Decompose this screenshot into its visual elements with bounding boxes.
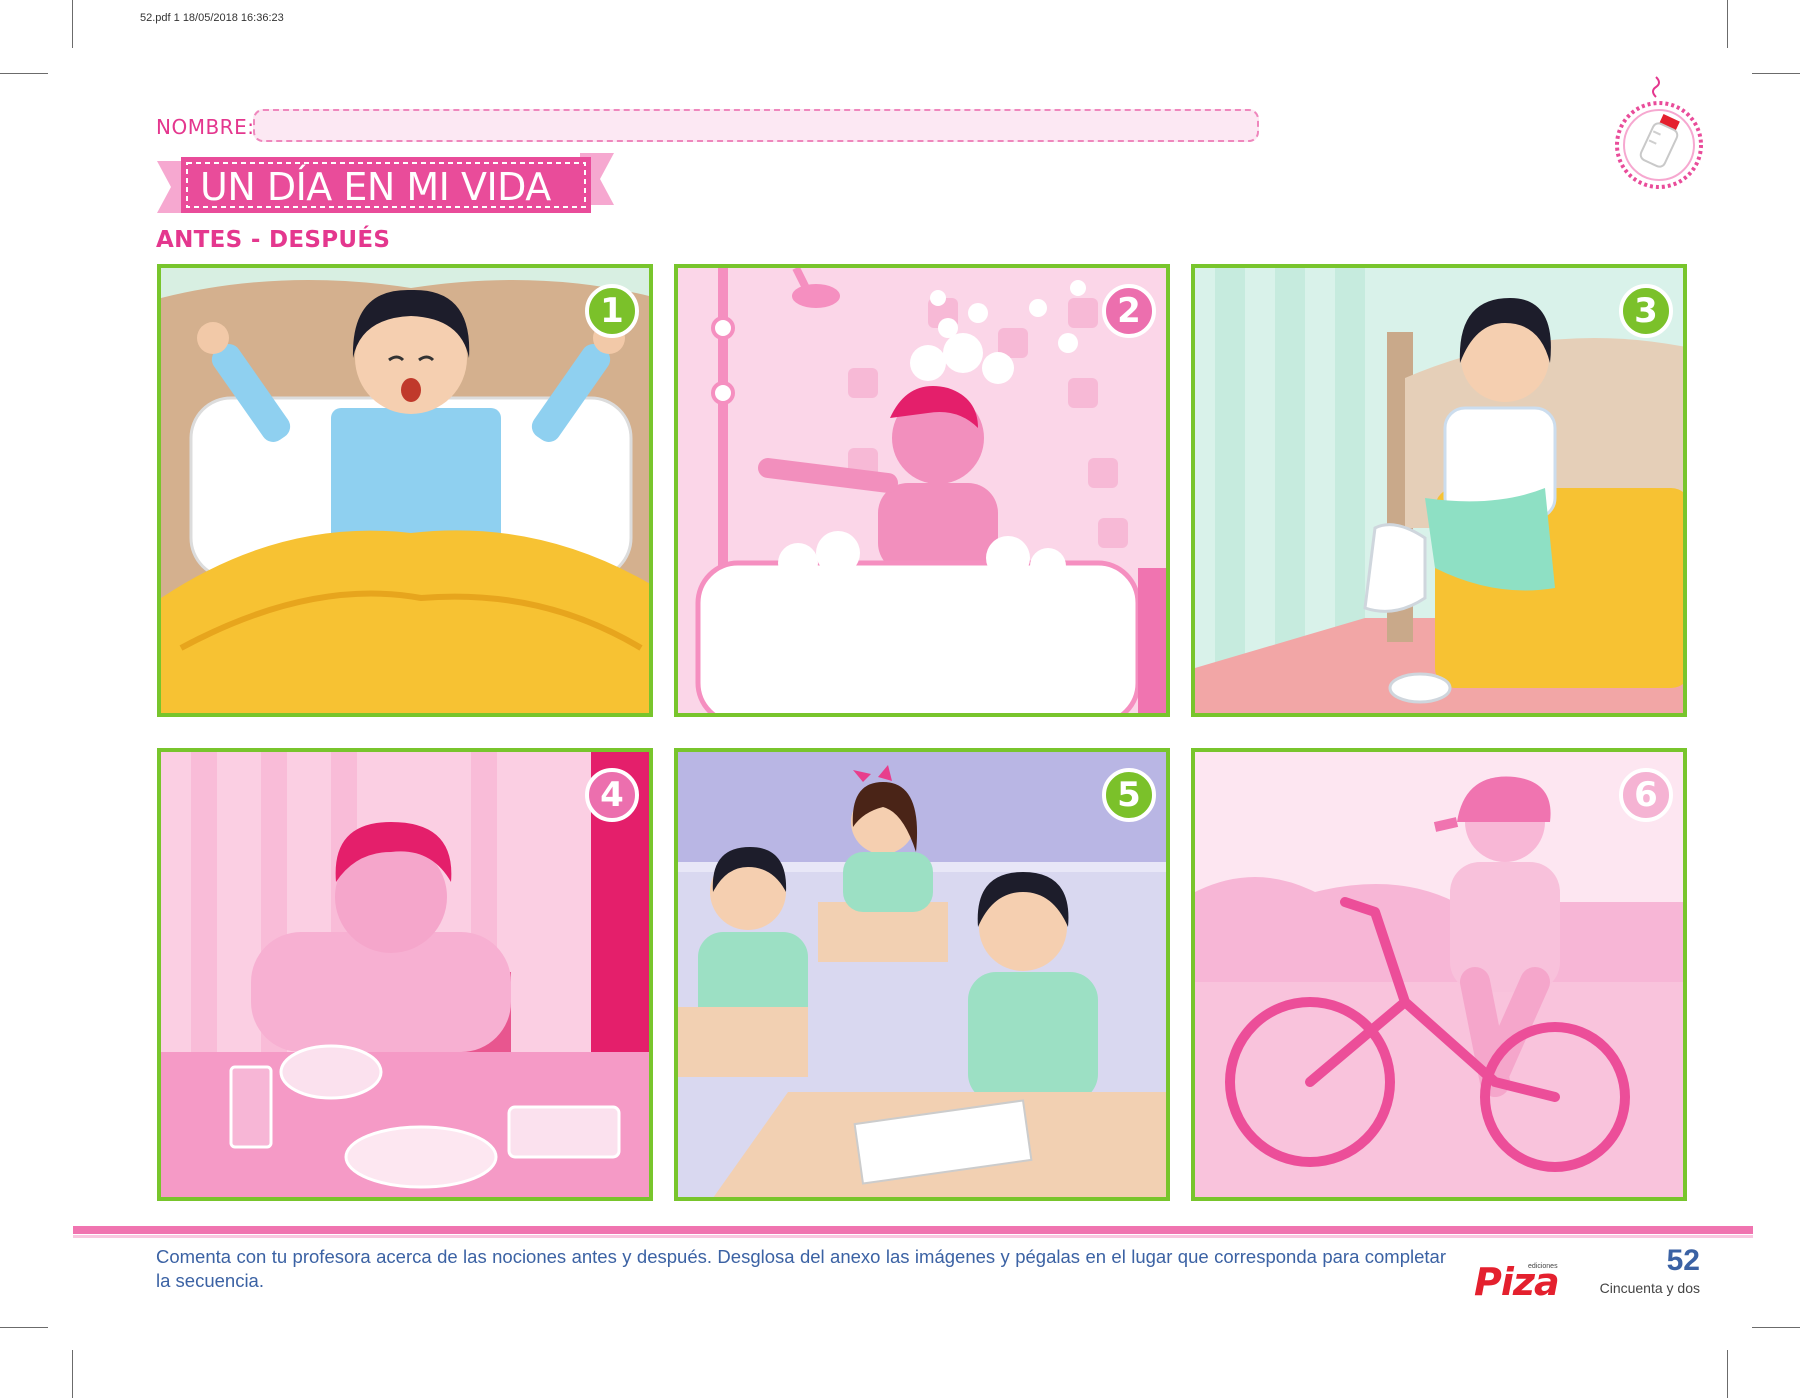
panel-number: 6: [1619, 768, 1673, 822]
story-panel-3: 3: [1191, 264, 1687, 717]
story-panel-4: 4: [157, 748, 653, 1201]
wake-up-illustration: [161, 268, 649, 713]
crop-mark: [0, 73, 48, 74]
name-field[interactable]: [253, 109, 1259, 142]
story-panel-2: 2: [674, 264, 1170, 717]
footer-divider: [73, 1226, 1753, 1234]
panel-number: 3: [1619, 284, 1673, 338]
name-label: NOMBRE:: [156, 115, 255, 139]
bike-illustration: [1195, 752, 1683, 1197]
classroom-illustration: [678, 752, 1166, 1197]
bath-illustration: [678, 268, 1166, 713]
story-panel-5: 5: [674, 748, 1170, 1201]
crop-mark: [1727, 0, 1728, 48]
page-number-words: Cincuenta y dos: [1599, 1280, 1700, 1296]
panel-number: 4: [585, 768, 639, 822]
crop-mark: [72, 0, 73, 48]
footer-divider-light: [73, 1235, 1753, 1238]
instructions-text: Comenta con tu profesora acerca de las n…: [156, 1246, 1446, 1291]
panel-number: 2: [1102, 284, 1156, 338]
print-meta: 52.pdf 1 18/05/2018 16:36:23: [140, 12, 284, 24]
dressing-illustration: [1195, 268, 1683, 713]
breakfast-illustration: [161, 752, 649, 1197]
publisher-small-label: ediciones: [1528, 1263, 1558, 1270]
crop-mark: [1752, 73, 1800, 74]
crop-mark: [1727, 1350, 1728, 1398]
page-title: UN DÍA EN MI VIDA: [200, 165, 551, 209]
story-panel-6: 6: [1191, 748, 1687, 1201]
crop-mark: [72, 1350, 73, 1398]
crop-mark: [1752, 1327, 1800, 1328]
page-subtitle: ANTES - DESPUÉS: [156, 227, 391, 253]
crop-mark: [0, 1327, 48, 1328]
panel-number: 1: [585, 284, 639, 338]
story-panel-1: 1: [157, 264, 653, 717]
page-number: 52: [1666, 1244, 1700, 1277]
bottle-badge-icon: [1615, 76, 1703, 189]
panel-number: 5: [1102, 768, 1156, 822]
